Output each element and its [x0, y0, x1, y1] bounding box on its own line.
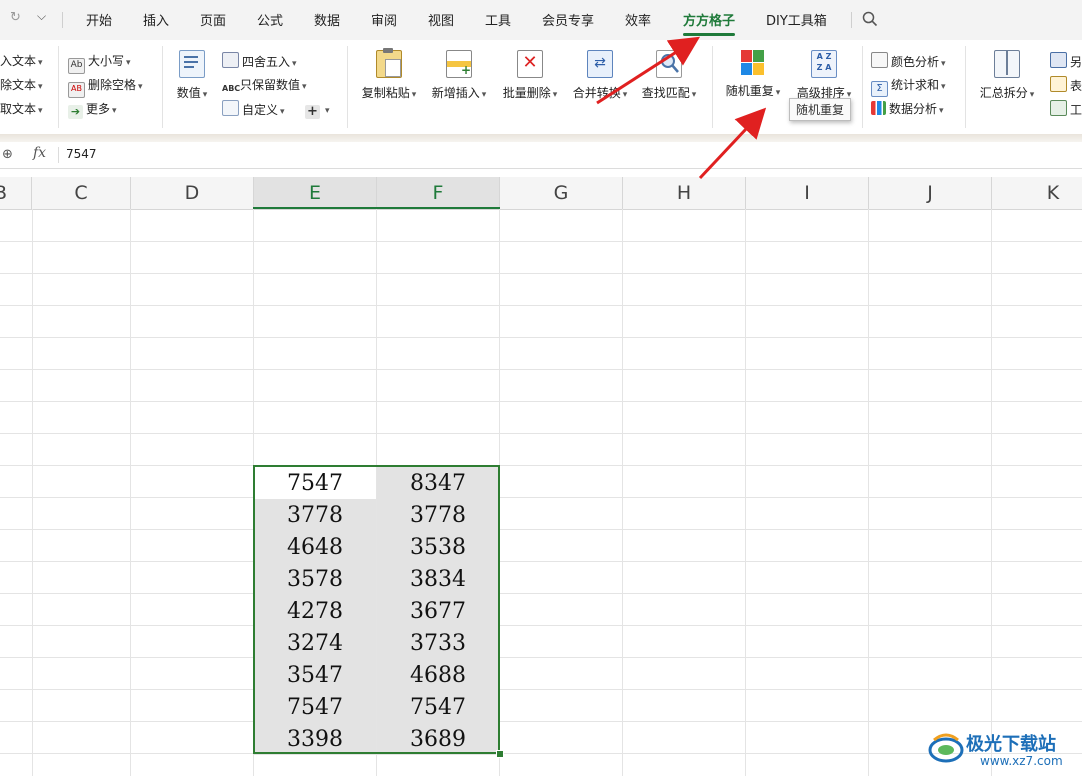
watermark-logo-icon — [928, 733, 964, 763]
annotation-arrows — [596, 36, 767, 180]
watermark: 极光下载站 www.xz7.com — [922, 724, 1082, 776]
watermark-name: 极光下载站 — [966, 734, 1056, 755]
arrow-to-tab — [596, 36, 701, 105]
arrow-to-random-repeat — [698, 107, 767, 180]
watermark-url: www.xz7.com — [980, 754, 1063, 768]
